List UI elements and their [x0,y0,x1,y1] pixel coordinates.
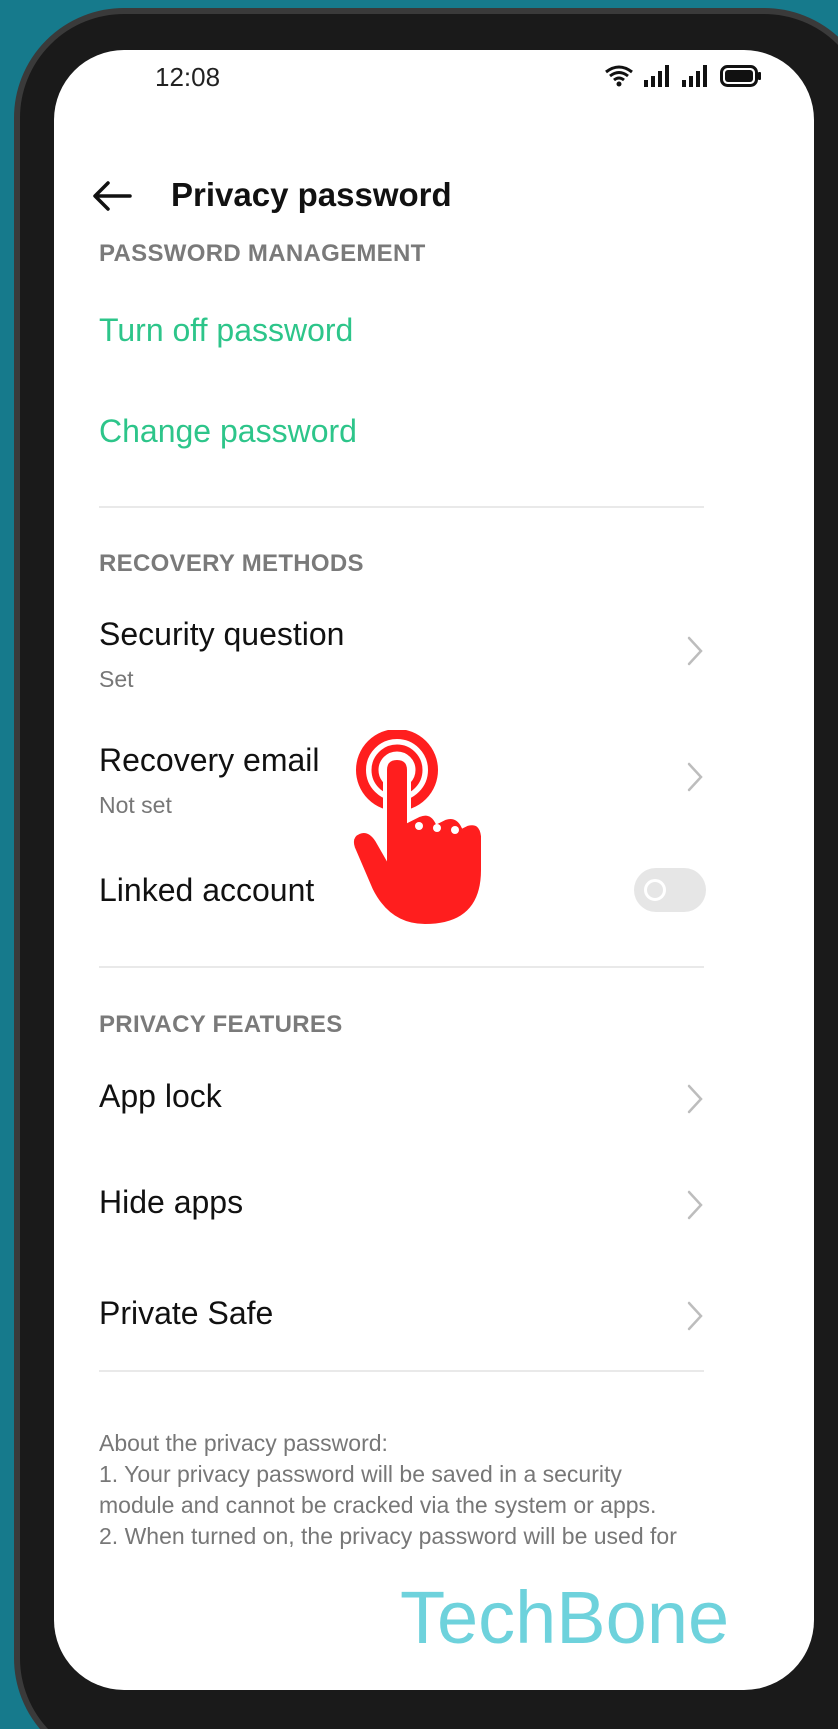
chevron-right-icon [687,762,703,792]
divider [99,966,704,968]
chevron-right-icon [687,1190,703,1220]
status-icons [604,64,762,88]
phone-screen: 12:08 Privacy password PASSWORD MANAGEME… [54,50,814,1690]
recovery-email-label: Recovery email [99,742,320,778]
private-safe-label: Private Safe [99,1295,274,1331]
security-question-value: Set [99,666,134,692]
linked-account-label: Linked account [99,872,315,908]
info-line: About the privacy password: [99,1430,388,1456]
page-title: Privacy password [171,176,452,213]
divider [99,1370,704,1372]
wifi-icon [605,65,633,87]
linked-account-toggle[interactable] [634,868,706,912]
change-password-link[interactable]: Change password [99,413,357,450]
security-question-item[interactable]: Security question Set [99,610,704,710]
chevron-right-icon [687,1084,703,1114]
info-line: 2. When turned on, the privacy password … [99,1523,677,1549]
section-header-recovery-methods: RECOVERY METHODS [99,550,364,577]
section-header-privacy-features: PRIVACY FEATURES [99,1011,343,1038]
app-bar: Privacy password [54,160,814,230]
privacy-password-info: About the privacy password: 1. Your priv… [99,1428,709,1552]
hide-apps-item[interactable]: Hide apps [99,1178,704,1238]
tap-hand-icon [349,730,485,929]
section-header-password-management: PASSWORD MANAGEMENT [99,240,426,267]
signal-icon [644,65,669,87]
toggle-knob [644,879,666,901]
status-time: 12:08 [155,62,221,92]
back-arrow-icon[interactable] [90,176,134,216]
security-question-label: Security question [99,616,345,652]
info-line: module and cannot be cracked via the sys… [99,1492,657,1518]
hide-apps-label: Hide apps [99,1184,244,1220]
turn-off-password-link[interactable]: Turn off password [99,312,353,349]
status-bar: 12:08 [54,50,814,120]
signal-icon [682,65,707,87]
divider [99,506,704,508]
watermark: TechBone [400,1576,730,1659]
recovery-email-value: Not set [99,792,172,818]
app-lock-item[interactable]: App lock [99,1072,704,1132]
chevron-right-icon [687,1301,703,1331]
info-line: 1. Your privacy password will be saved i… [99,1461,622,1487]
private-safe-item[interactable]: Private Safe [99,1289,704,1349]
battery-icon [720,65,761,87]
app-lock-label: App lock [99,1078,222,1114]
chevron-right-icon [687,636,703,666]
